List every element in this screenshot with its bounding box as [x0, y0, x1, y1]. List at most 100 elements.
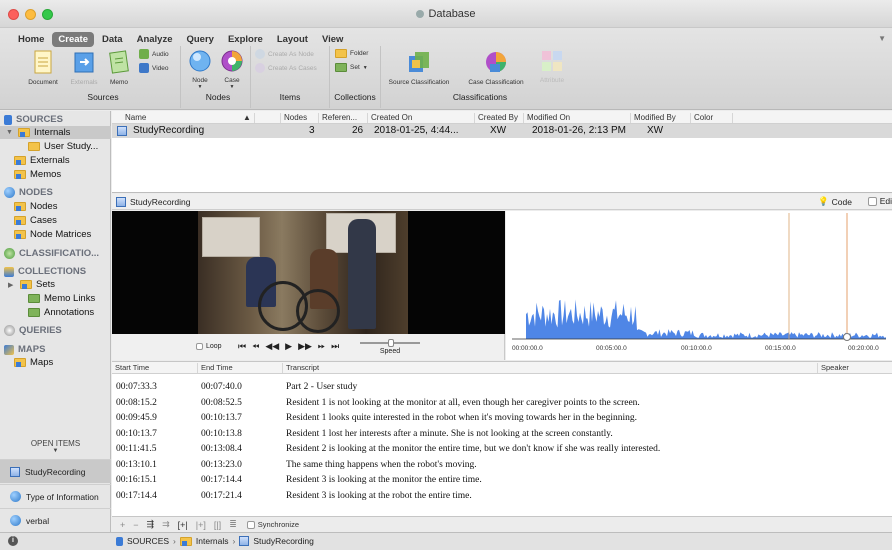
rewind-icon[interactable]: ◀◀: [265, 341, 279, 352]
span-start-icon[interactable]: [+|: [178, 520, 188, 530]
column-header-created-on[interactable]: Created On: [367, 113, 412, 123]
column-header-color[interactable]: Color: [690, 113, 713, 123]
table-row[interactable]: 00:13:10.1 00:13:23.0 The same thing happe…: [112, 458, 892, 474]
column-header-transcript[interactable]: Transcript: [282, 363, 319, 373]
end-time-cell: 00:17:14.4: [201, 475, 242, 485]
disclosure-open-icon[interactable]: ▼: [6, 129, 14, 136]
merge-rows-icon[interactable]: ⇉: [162, 519, 170, 530]
info-icon[interactable]: i: [8, 536, 18, 546]
edit-checkbox[interactable]: Edi: [867, 196, 892, 206]
create-as-cases-button[interactable]: Create As Cases: [255, 63, 317, 73]
column-header-name[interactable]: Name ▲: [122, 113, 252, 123]
column-header-speaker[interactable]: Speaker: [817, 363, 849, 373]
video-button[interactable]: Video: [139, 63, 169, 73]
audio-waveform-timeline[interactable]: 00:00:00.0 00:05:00.0 00:10:00.0 00:15:0…: [506, 211, 892, 360]
sidebar-item-nodes[interactable]: Nodes: [14, 200, 57, 213]
attribute-button[interactable]: Attribute: [534, 50, 570, 84]
table-row[interactable]: StudyRecording 3 26 2018-01-25, 4:44... …: [112, 124, 892, 138]
breadcrumb-item[interactable]: Internals: [196, 536, 229, 546]
sidebar-item-externals[interactable]: Externals: [14, 154, 70, 167]
table-row[interactable]: 00:07:33.3 00:07:40.0 Part 2 - User study: [112, 380, 892, 396]
playhead-handle[interactable]: [843, 333, 851, 341]
tab-view[interactable]: View: [316, 32, 349, 47]
tab-create[interactable]: Create: [52, 32, 94, 47]
set-button[interactable]: Set ▼: [335, 63, 368, 72]
tab-home[interactable]: Home: [12, 32, 50, 47]
sidebar-item-memos[interactable]: Memos: [14, 168, 61, 181]
ribbon-collapse-icon[interactable]: ▼: [878, 34, 886, 43]
synchronize-checkbox[interactable]: Synchronize: [246, 520, 299, 529]
skip-to-start-icon[interactable]: ⏮: [238, 341, 246, 352]
speed-slider[interactable]: Speed: [360, 338, 420, 355]
sidebar-head-sources[interactable]: SOURCES: [4, 114, 63, 125]
split-icon[interactable]: [|]: [214, 520, 221, 530]
open-items-header[interactable]: OPEN ITEMS ▼: [0, 439, 111, 454]
create-as-node-button[interactable]: Create As Node: [255, 49, 314, 59]
remove-row-icon[interactable]: −: [133, 520, 138, 530]
sidebar-head-maps[interactable]: MAPS: [4, 344, 45, 355]
document-button[interactable]: Document: [22, 50, 64, 86]
table-row[interactable]: 00:16:15.1 00:17:14.4 Resident 3 is lookin…: [112, 473, 892, 489]
sidebar-item-memo-links[interactable]: Memo Links: [28, 292, 95, 305]
tab-explore[interactable]: Explore: [222, 32, 269, 47]
column-header-nodes[interactable]: Nodes: [280, 113, 307, 123]
loop-checkbox[interactable]: Loop: [196, 343, 222, 350]
video-player[interactable]: [112, 211, 505, 334]
group-label-classifications: Classifications: [452, 92, 508, 102]
sidebar-head-collections[interactable]: COLLECTIONS: [4, 266, 86, 277]
open-item-study-recording[interactable]: StudyRecording: [0, 459, 111, 483]
tab-data[interactable]: Data: [96, 32, 129, 47]
node-button[interactable]: Node ▼: [186, 50, 214, 90]
align-icon[interactable]: ≣: [229, 519, 237, 530]
tab-layout[interactable]: Layout: [271, 32, 314, 47]
folder-icon: [14, 170, 26, 179]
add-row-icon[interactable]: +: [120, 520, 125, 530]
previous-icon[interactable]: ⏪︎: [252, 341, 259, 352]
source-classification-button[interactable]: Source Classification: [386, 50, 452, 86]
case-dropdown-icon[interactable]: ▼: [218, 84, 246, 90]
externals-button[interactable]: Externals: [64, 50, 104, 86]
disclosure-closed-icon[interactable]: ▶: [8, 281, 16, 289]
folder-button[interactable]: Folder: [335, 49, 368, 58]
span-end-icon[interactable]: |+]: [196, 520, 206, 530]
breadcrumb-item[interactable]: SOURCES: [127, 536, 169, 546]
case-classification-button[interactable]: Case Classification: [464, 50, 528, 86]
column-header-modified-on[interactable]: Modified On: [523, 113, 570, 123]
memo-button[interactable]: Memo: [104, 50, 134, 86]
table-row[interactable]: 00:09:45.9 00:10:13.7 Resident 1 looks qui…: [112, 411, 892, 427]
next-icon[interactable]: ⏩︎: [318, 341, 325, 352]
column-header-modified-by[interactable]: Modified By: [630, 113, 676, 123]
audio-button[interactable]: Audio: [139, 49, 169, 59]
sidebar-head-queries[interactable]: QUERIES: [4, 325, 62, 336]
sidebar-item-maps[interactable]: Maps: [14, 356, 53, 369]
breadcrumb-item[interactable]: StudyRecording: [253, 536, 313, 546]
open-item-verbal[interactable]: verbal: [0, 508, 111, 532]
column-header-start-time[interactable]: Start Time: [112, 363, 149, 373]
column-header-references[interactable]: Referen...: [318, 113, 357, 123]
table-row[interactable]: 00:08:15.2 00:08:52.5 Resident 1 is not lo…: [112, 396, 892, 412]
open-item-type-of-information[interactable]: Type of Information: [0, 484, 111, 508]
code-button[interactable]: 💡 Code: [818, 196, 852, 207]
play-icon[interactable]: ▶: [285, 341, 292, 352]
table-row[interactable]: 00:10:13.7 00:10:13.8 Resident 1 lost her …: [112, 427, 892, 443]
column-header-created-by[interactable]: Created By: [474, 113, 518, 123]
sidebar-head-nodes[interactable]: NODES: [4, 187, 53, 198]
sidebar-item-node-matrices[interactable]: Node Matrices: [14, 228, 91, 241]
case-button[interactable]: Case ▼: [218, 50, 246, 90]
insert-row-icon[interactable]: ⇶: [147, 519, 155, 530]
fast-forward-icon[interactable]: ▶▶: [298, 341, 312, 352]
tab-analyze[interactable]: Analyze: [131, 32, 179, 47]
sidebar-item-user-study[interactable]: User Study...: [28, 140, 98, 153]
sidebar-item-annotations[interactable]: Annotations: [28, 306, 94, 319]
column-header-end-time[interactable]: End Time: [197, 363, 233, 373]
tab-query[interactable]: Query: [180, 32, 219, 47]
sidebar-head-classifications[interactable]: CLASSIFICATIO...: [4, 248, 99, 259]
skip-to-end-icon[interactable]: ⏭: [331, 341, 339, 352]
speed-knob[interactable]: [388, 339, 394, 347]
sidebar-item-internals[interactable]: ▼ Internals: [0, 126, 111, 139]
table-row[interactable]: 00:11:41.5 00:13:08.4 Resident 2 is lookin…: [112, 442, 892, 458]
node-dropdown-icon[interactable]: ▼: [186, 84, 214, 90]
table-row[interactable]: 00:17:14.4 00:17:21.4 Resident 3 is lookin…: [112, 489, 892, 505]
sidebar-item-cases[interactable]: Cases: [14, 214, 57, 227]
sidebar-item-sets[interactable]: ▶ Sets: [8, 278, 55, 291]
